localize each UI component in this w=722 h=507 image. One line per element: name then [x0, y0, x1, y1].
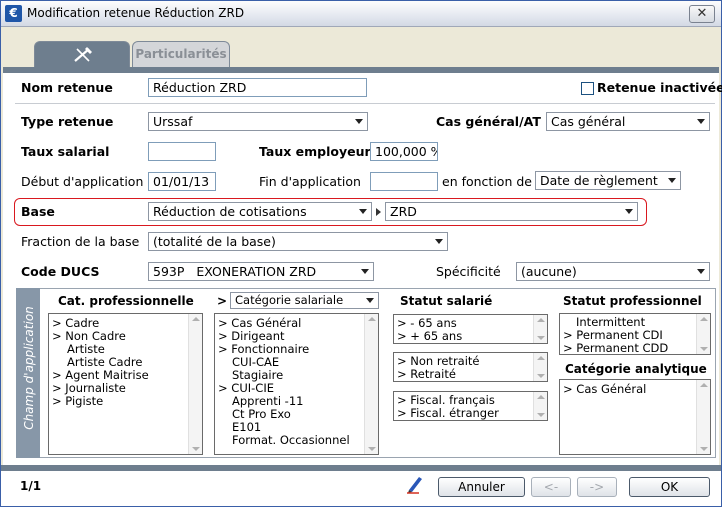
chevron-down-icon — [359, 209, 367, 214]
cat-analytique-list[interactable]: > Cas Général — [559, 379, 711, 455]
scrollbar[interactable] — [533, 392, 547, 420]
scrollbar[interactable] — [696, 314, 710, 354]
base-detail-select[interactable]: ZRD — [385, 202, 638, 221]
list-item[interactable]: > Fiscal. étranger — [397, 407, 499, 420]
next-button[interactable]: -> — [577, 477, 617, 497]
fiscal-list[interactable]: > Fiscal. français > Fiscal. étranger — [393, 391, 548, 421]
chevron-down-icon — [355, 119, 363, 124]
cat-sal-list[interactable]: > Cas Général > Dirigeant > Fonctionnair… — [214, 313, 379, 455]
taux-employeur-input[interactable]: 100,000 % — [370, 142, 438, 161]
nom-retenue-label: Nom retenue — [21, 80, 113, 95]
title-bar: € Modification retenue Réduction ZRD ✕ — [1, 1, 721, 27]
code-ducs-value: 593P EXONERATION ZRD — [153, 264, 317, 279]
base-detail-value: ZRD — [390, 204, 417, 219]
ok-button[interactable]: OK — [629, 477, 710, 497]
chevron-down-icon — [697, 269, 705, 274]
statut-pro-header: Statut professionnel — [563, 294, 702, 308]
tools-icon — [74, 47, 92, 62]
separator — [15, 103, 715, 104]
app-euro-icon: € — [5, 5, 22, 22]
list-item[interactable]: > Retraité — [397, 368, 456, 381]
fraction-base-label: Fraction de la base — [21, 234, 140, 249]
debut-application-label: Début d'application — [21, 174, 144, 189]
chevron-down-icon — [697, 119, 705, 124]
cat-sal-mark: > — [217, 294, 228, 308]
base-select[interactable]: Réduction de cotisations — [148, 202, 372, 221]
arrow-right-icon — [376, 208, 381, 216]
scrollbar[interactable] — [533, 315, 547, 343]
en-fonction-de-label: en fonction de — [442, 174, 532, 189]
champ-application-label: Champ d'application — [22, 306, 36, 430]
close-button[interactable]: ✕ — [689, 5, 715, 23]
tab-general[interactable] — [34, 41, 130, 67]
cat-sal-select[interactable]: Catégorie salariale — [230, 292, 379, 309]
fin-application-input[interactable] — [370, 172, 438, 191]
nom-retenue-input[interactable]: Réduction ZRD — [148, 78, 367, 97]
cas-general-at-label: Cas général/AT — [436, 114, 541, 129]
tab-particularites[interactable]: Particularités — [132, 41, 230, 67]
annuler-button[interactable]: Annuler — [438, 477, 525, 497]
champ-application-sidebar: Champ d'application — [16, 288, 40, 458]
taux-employeur-label: Taux employeur — [259, 144, 371, 159]
retraite-list[interactable]: > Non retraité > Retraité — [393, 352, 548, 382]
chevron-down-icon — [625, 209, 633, 214]
taux-salarial-label: Taux salarial — [21, 144, 110, 159]
specificite-value: (aucune) — [521, 264, 577, 279]
base-value: Réduction de cotisations — [153, 204, 307, 219]
retenue-inactivee-label: Retenue inactivée — [597, 80, 722, 95]
footer-bar: 1/1 Annuler <- -> OK — [1, 471, 721, 506]
record-counter: 1/1 — [20, 479, 42, 493]
age-list[interactable]: > - 65 ans > + 65 ans — [393, 314, 548, 344]
type-retenue-label: Type retenue — [21, 114, 114, 129]
cat-pro-list[interactable]: > Cadre > Non Cadre Artiste Artiste Cadr… — [48, 313, 203, 455]
type-retenue-value: Urssaf — [153, 114, 193, 129]
code-ducs-label: Code DUCS — [21, 264, 100, 279]
base-label: Base — [21, 204, 55, 219]
retenue-inactivee-checkbox[interactable] — [581, 82, 594, 95]
cat-pro-header: Cat. professionnelle — [58, 294, 194, 308]
chevron-down-icon — [435, 239, 443, 244]
scrollbar[interactable] — [696, 380, 710, 454]
cas-general-at-select[interactable]: Cas général — [546, 112, 710, 131]
fraction-base-select[interactable]: (totalité de la base) — [148, 232, 448, 251]
list-item[interactable]: Format. Occasionnel — [232, 434, 350, 447]
dialog-window: € Modification retenue Réduction ZRD ✕ P… — [0, 0, 722, 507]
type-retenue-select[interactable]: Urssaf — [148, 112, 368, 131]
scrollbar[interactable] — [533, 353, 547, 381]
list-item[interactable]: > Cas Général — [563, 383, 646, 396]
chevron-down-icon — [361, 269, 369, 274]
chevron-down-icon — [668, 178, 676, 183]
cat-sal-value: Catégorie salariale — [235, 293, 344, 307]
scrollbar[interactable] — [188, 314, 202, 454]
scrollbar[interactable] — [364, 314, 378, 454]
chevron-down-icon — [366, 298, 374, 303]
previous-button[interactable]: <- — [531, 477, 571, 497]
list-item[interactable]: > Permanent CDD — [563, 342, 668, 355]
specificite-label: Spécificité — [436, 264, 501, 279]
statut-salarie-header: Statut salarié — [400, 294, 493, 308]
en-fonction-de-value: Date de règlement — [540, 173, 658, 188]
specificite-select[interactable]: (aucune) — [516, 262, 710, 281]
fin-application-label: Fin d'application — [259, 174, 361, 189]
debut-application-input[interactable]: 01/01/13 — [148, 172, 216, 191]
code-ducs-select[interactable]: 593P EXONERATION ZRD — [148, 262, 374, 281]
cas-general-at-value: Cas général — [551, 114, 626, 129]
fraction-base-value: (totalité de la base) — [153, 234, 276, 249]
en-fonction-de-select[interactable]: Date de règlement — [535, 171, 681, 190]
cat-analytique-header: Catégorie analytique — [565, 362, 707, 376]
window-title: Modification retenue Réduction ZRD — [27, 6, 245, 20]
taux-salarial-input[interactable] — [148, 142, 216, 161]
pencil-icon[interactable] — [405, 474, 425, 494]
list-item[interactable]: > + 65 ans — [397, 330, 462, 343]
statut-pro-list[interactable]: Intermittent > Permanent CDI > Permanent… — [559, 313, 711, 355]
list-item[interactable]: > Pigiste — [52, 395, 103, 408]
